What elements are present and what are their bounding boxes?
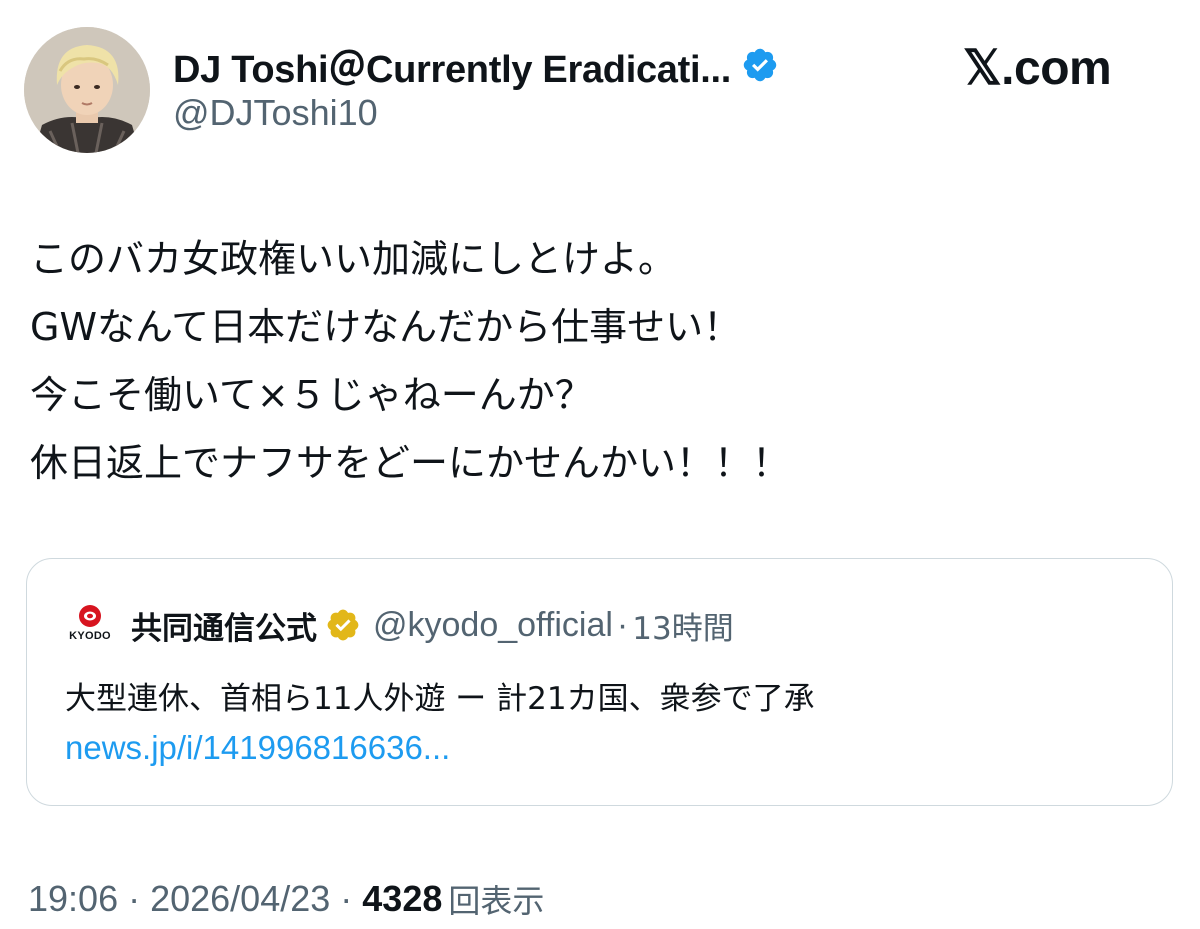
verified-badge-icon bbox=[741, 46, 779, 84]
quoted-author-name[interactable]: 共同通信公式 bbox=[131, 603, 317, 648]
tweet-line: GWなんて日本だけなんだから仕事せい！ bbox=[30, 305, 742, 349]
verified-gold-badge-icon bbox=[325, 607, 361, 643]
quoted-tweet-link[interactable]: news.jp/i/141996816636... bbox=[65, 729, 450, 767]
quoted-tweet-header: KYODO 共同通信公式 @kyodo_official · 13時間 bbox=[65, 601, 734, 649]
views-count[interactable]: 4328 bbox=[362, 878, 442, 920]
x-com-logo: 𝕏.com bbox=[963, 42, 1112, 95]
author-display-name[interactable]: DJ Toshi＠Currently Eradicati... bbox=[173, 38, 731, 93]
quoted-author-handle[interactable]: @kyodo_official bbox=[373, 606, 613, 645]
tweet-date[interactable]: 2026/04/23 bbox=[150, 878, 330, 920]
separator-dot: · bbox=[128, 878, 141, 919]
avatar[interactable] bbox=[24, 27, 150, 153]
separator-dot: · bbox=[340, 878, 353, 919]
tweet-text: このバカ女政権いい加減にしとけよ。 GWなんて日本だけなんだから仕事せい！ 今こ… bbox=[30, 225, 1170, 497]
tweet-line: 休日返上でナフサをどーにかせんかい！！！ bbox=[30, 441, 791, 485]
tweet-line: このバカ女政権いい加減にしとけよ。 bbox=[30, 237, 677, 281]
kyodo-logo-text: KYODO bbox=[69, 630, 111, 642]
author-name-row: DJ Toshi＠Currently Eradicati... bbox=[173, 38, 779, 93]
quoted-tweet-text: 大型連休、首相ら11人外遊 ー 計21カ国、衆参で了承 bbox=[65, 681, 815, 717]
kyodo-logo-icon: KYODO bbox=[65, 603, 115, 647]
views-label: 回表示 bbox=[448, 882, 545, 920]
tweet-time[interactable]: 19:06 bbox=[28, 878, 118, 920]
tweet-line: 今こそ働いて×５じゃねーんか？ bbox=[30, 373, 593, 417]
avatar-image bbox=[24, 27, 150, 153]
quoted-tweet-time[interactable]: 13時間 bbox=[632, 603, 733, 648]
author-handle[interactable]: @DJToshi10 bbox=[173, 92, 378, 134]
separator-dot: · bbox=[616, 605, 629, 644]
quoted-tweet-card[interactable]: KYODO 共同通信公式 @kyodo_official · 13時間 大型連休… bbox=[26, 558, 1173, 806]
tweet-meta: 19:06 · 2026/04/23 · 4328 回表示 bbox=[28, 875, 544, 923]
